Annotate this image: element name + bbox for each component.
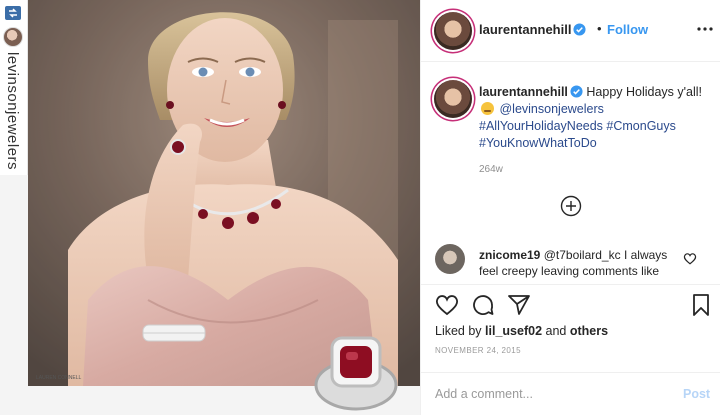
comment-like-heart-icon[interactable] bbox=[683, 252, 697, 265]
comment-mention[interactable]: @t7boilard_kc bbox=[544, 248, 621, 262]
comment-item: znicome19 @t7boilard_kc I always feel cr… bbox=[479, 247, 679, 279]
post-media[interactable]: levinsonjewelers LAUREN CONNELL bbox=[0, 0, 420, 415]
wink-emoji-icon bbox=[481, 102, 494, 115]
add-comment-bar: Post bbox=[421, 372, 720, 415]
caption-mention[interactable]: @levinsonjewelers bbox=[499, 102, 603, 116]
post-details-panel: laurentannehill • Follow laurentannehill… bbox=[420, 0, 720, 415]
like-heart-icon[interactable] bbox=[435, 293, 459, 317]
post-header: laurentannehill • Follow bbox=[421, 0, 720, 62]
post-comment-button[interactable]: Post bbox=[683, 387, 710, 401]
photo-credit: LAUREN CONNELL bbox=[36, 375, 82, 381]
follow-button[interactable]: Follow bbox=[607, 22, 648, 37]
author-username[interactable]: laurentannehill bbox=[479, 22, 571, 37]
likes-prefix: Liked by bbox=[435, 324, 482, 338]
verified-badge-icon bbox=[570, 85, 583, 98]
author-username-link[interactable]: laurentannehill bbox=[479, 22, 587, 37]
repost-strip: levinsonjewelers bbox=[0, 0, 28, 175]
repost-avatar[interactable] bbox=[3, 27, 23, 47]
header-separator: • bbox=[597, 21, 602, 36]
comment-bubble-icon[interactable] bbox=[471, 293, 495, 317]
author-avatar[interactable] bbox=[434, 12, 472, 50]
caption-time-ago: 264w bbox=[479, 164, 503, 175]
caption-text: Happy Holidays y'all! bbox=[586, 85, 703, 99]
save-bookmark-icon[interactable] bbox=[689, 293, 713, 317]
likes-user-link[interactable]: lil_usef02 bbox=[485, 324, 542, 338]
caption-author-avatar[interactable] bbox=[434, 80, 472, 118]
repost-icon bbox=[5, 6, 21, 20]
likes-joiner: and bbox=[545, 324, 567, 338]
verified-badge-icon bbox=[573, 23, 587, 36]
actions-divider bbox=[421, 284, 720, 285]
plus-circle-icon[interactable] bbox=[560, 195, 582, 217]
post-photo: LAUREN CONNELL bbox=[28, 0, 420, 386]
likes-summary: Liked by lil_usef02 and others bbox=[435, 324, 608, 338]
comment-username[interactable]: znicome19 bbox=[479, 248, 540, 262]
post-caption: laurentannehill Happy Holidays y'all! @l… bbox=[479, 84, 711, 152]
likes-others-link[interactable]: others bbox=[570, 324, 608, 338]
more-options-icon[interactable] bbox=[697, 22, 713, 36]
repost-account-name[interactable]: levinsonjewelers bbox=[4, 52, 21, 170]
caption-username[interactable]: laurentannehill bbox=[479, 85, 568, 99]
share-paper-plane-icon[interactable] bbox=[507, 293, 531, 317]
caption-hashtags[interactable]: #AllYourHolidayNeeds #CmonGuys #YouKnowW… bbox=[479, 119, 676, 150]
ruby-ring-image bbox=[314, 336, 398, 411]
commenter-avatar[interactable] bbox=[435, 244, 465, 274]
add-comment-input[interactable] bbox=[435, 385, 665, 403]
post-date: NOVEMBER 24, 2015 bbox=[435, 346, 521, 355]
model-illustration bbox=[28, 0, 420, 386]
